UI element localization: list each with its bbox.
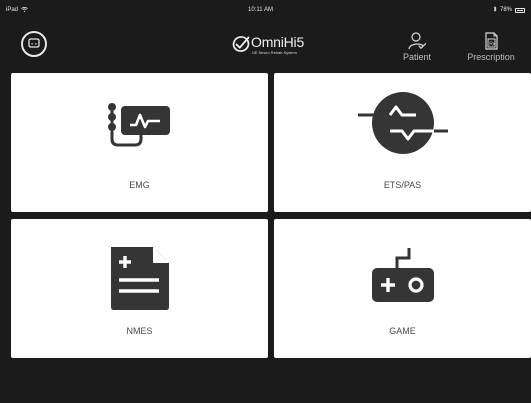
rx-document-icon: Rx bbox=[481, 32, 501, 50]
nmes-document-icon bbox=[105, 244, 175, 312]
module-grid: EMG ETS/PAS NMES GAME bbox=[11, 73, 531, 358]
nmes-tile-label: NMES bbox=[126, 326, 153, 336]
wifi-icon bbox=[21, 6, 28, 14]
ets-pas-tile-label: ETS/PAS bbox=[383, 180, 422, 190]
emg-sensor-icon bbox=[105, 97, 175, 151]
prescription-nav-button[interactable]: Rx Prescription bbox=[461, 32, 521, 66]
emg-tile[interactable]: EMG bbox=[11, 73, 268, 212]
brand-title: OmniHi5 bbox=[251, 34, 305, 50]
battery-percent: 78% bbox=[499, 7, 512, 13]
home-menu-button[interactable] bbox=[21, 31, 47, 57]
nmes-tile[interactable]: NMES bbox=[11, 219, 268, 358]
device-name: iPad bbox=[6, 7, 19, 13]
brand-tagline: UE Neuro Rehab System bbox=[252, 50, 297, 55]
battery-icon bbox=[515, 7, 525, 13]
ets-pas-tile[interactable]: ETS/PAS bbox=[274, 73, 531, 212]
ets-pas-signal-icon bbox=[356, 91, 450, 155]
robot-face-icon bbox=[28, 35, 40, 53]
emg-tile-label: EMG bbox=[129, 180, 150, 190]
patient-nav-label: Patient bbox=[402, 52, 432, 62]
patient-nav-button[interactable]: Patient bbox=[387, 32, 447, 66]
status-left: iPad bbox=[6, 6, 28, 14]
person-check-icon bbox=[407, 32, 427, 50]
omnihi5-logo-icon bbox=[232, 35, 252, 53]
status-time: 10:11 AM bbox=[248, 7, 273, 13]
brand-logo: OmniHi5 UE Neuro Rehab System bbox=[232, 34, 314, 58]
game-tile[interactable]: GAME bbox=[274, 219, 531, 358]
prescription-nav-label: Prescription bbox=[467, 52, 515, 62]
bluetooth-icon bbox=[493, 6, 497, 14]
status-right: 78% bbox=[493, 6, 525, 14]
status-bar: iPad 10:11 AM 78% bbox=[0, 0, 531, 20]
game-tile-label: GAME bbox=[389, 326, 416, 336]
game-controller-icon bbox=[367, 246, 439, 304]
top-bar: OmniHi5 UE Neuro Rehab System Patient Rx… bbox=[0, 22, 531, 70]
svg-text:Rx: Rx bbox=[489, 41, 496, 47]
